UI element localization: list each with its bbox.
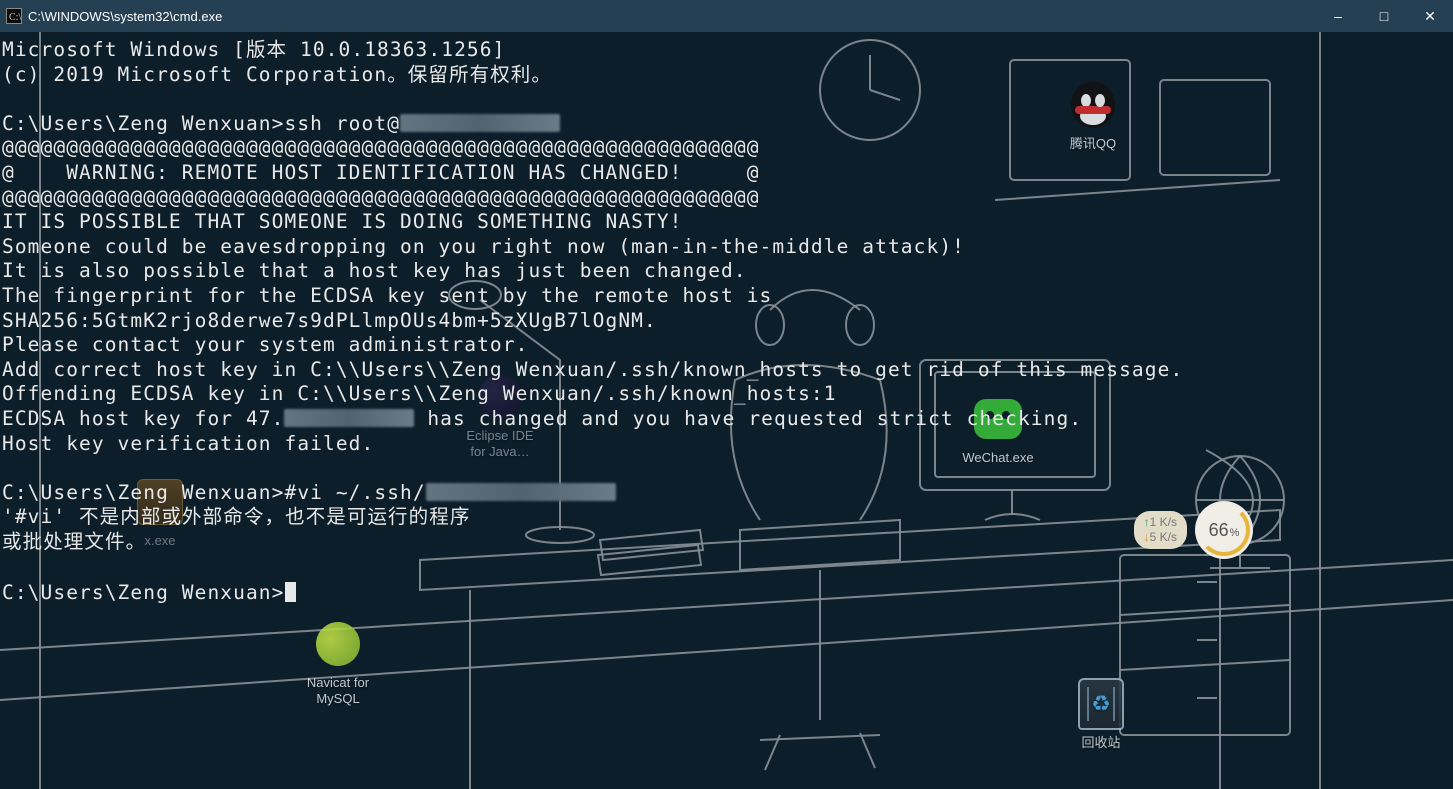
cmd-app-icon: C:\ (0, 8, 28, 24)
terminal-line: Add correct host key in C:\\Users\\Zeng … (2, 358, 1451, 383)
terminal-line: The fingerprint for the ECDSA key sent b… (2, 284, 1451, 309)
terminal-line: It is also possible that a host key has … (2, 259, 1451, 284)
maximize-button[interactable]: □ (1361, 0, 1407, 32)
cmd-window: C:\ C:\WINDOWS\system32\cmd.exe – □ ✕ Mi… (0, 0, 1453, 789)
terminal-line: @ WARNING: REMOTE HOST IDENTIFICATION HA… (2, 161, 1451, 186)
terminal-line: C:\Users\Zeng Wenxuan> (2, 579, 1451, 606)
terminal-cursor (285, 582, 296, 602)
window-title: C:\WINDOWS\system32\cmd.exe (28, 9, 222, 24)
terminal-line (2, 87, 1451, 112)
terminal-line: Host key verification failed. (2, 432, 1451, 457)
terminal-line: Microsoft Windows [版本 10.0.18363.1256] (2, 38, 1451, 63)
terminal-line (2, 554, 1451, 579)
svg-text:C:\: C:\ (9, 12, 21, 23)
terminal-line: @@@@@@@@@@@@@@@@@@@@@@@@@@@@@@@@@@@@@@@@… (2, 186, 1451, 211)
window-title-bar[interactable]: C:\ C:\WINDOWS\system32\cmd.exe – □ ✕ (0, 0, 1453, 32)
minimize-button[interactable]: – (1315, 0, 1361, 32)
terminal-output[interactable]: Microsoft Windows [版本 10.0.18363.1256](c… (0, 32, 1453, 789)
terminal-line: Offending ECDSA key in C:\\Users\\Zeng W… (2, 382, 1451, 407)
terminal-line: Please contact your system administrator… (2, 333, 1451, 358)
terminal-line: @@@@@@@@@@@@@@@@@@@@@@@@@@@@@@@@@@@@@@@@… (2, 136, 1451, 161)
terminal-line: ECDSA host key for 47. has changed and y… (2, 407, 1451, 432)
terminal-line: 或批处理文件。 (2, 530, 1451, 555)
close-button[interactable]: ✕ (1407, 0, 1453, 32)
terminal-line: SHA256:5GtmK2rjo8derwe7s9dPLlmpOUs4bm+5z… (2, 309, 1451, 334)
terminal-line: C:\Users\Zeng Wenxuan>#vi ~/.ssh/ (2, 481, 1451, 506)
terminal-line (2, 456, 1451, 481)
terminal-line: C:\Users\Zeng Wenxuan>ssh root@ (2, 112, 1451, 137)
terminal-line: '#vi' 不是内部或外部命令，也不是可运行的程序 (2, 505, 1451, 530)
terminal-line: IT IS POSSIBLE THAT SOMEONE IS DOING SOM… (2, 210, 1451, 235)
terminal-line: Someone could be eavesdropping on you ri… (2, 235, 1451, 260)
terminal-line: (c) 2019 Microsoft Corporation。保留所有权利。 (2, 63, 1451, 88)
